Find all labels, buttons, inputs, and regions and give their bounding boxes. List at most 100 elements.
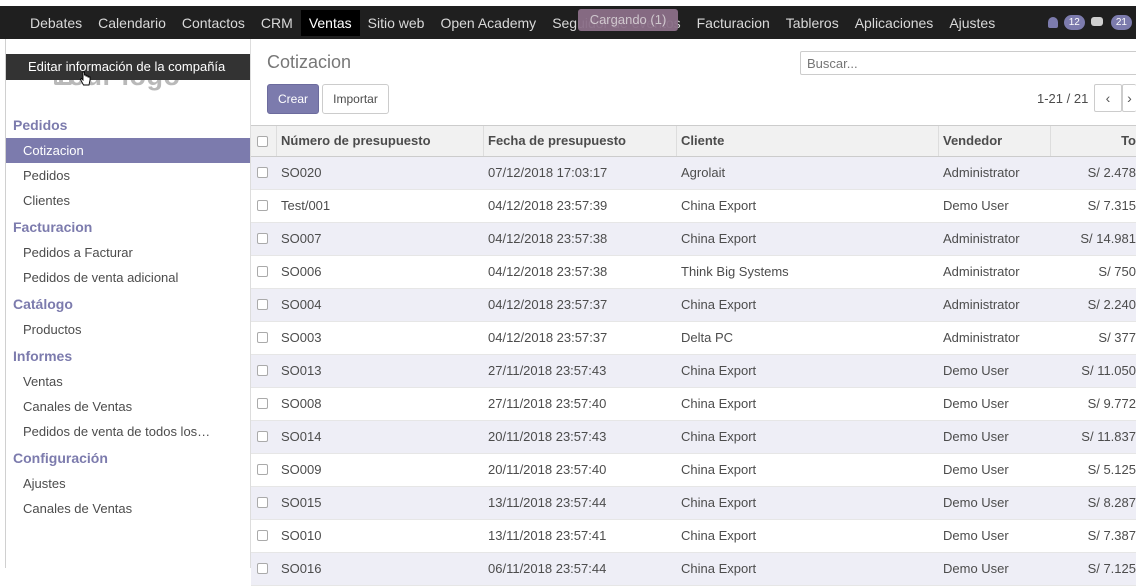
sidebar-item[interactable]: Clientes [6, 188, 250, 213]
menu-item[interactable]: Ventas [300, 9, 360, 36]
row-checkbox[interactable] [257, 167, 268, 178]
pager-value[interactable]: 1-21 / 21 [1037, 91, 1088, 106]
column-header-number[interactable]: Número de presupuesto [277, 126, 484, 156]
row-checkbox[interactable] [257, 563, 268, 574]
customer-cell: China Export [681, 297, 757, 312]
date-cell: 04/12/2018 23:57:39 [488, 198, 608, 213]
table-row[interactable]: SO015 13/11/2018 23:57:44 China Export Demo… [251, 487, 1136, 520]
salesperson-cell: Administrator [943, 264, 1020, 279]
sidebar-section-title[interactable]: Facturacion [6, 215, 250, 240]
menu-item[interactable]: Debates [22, 10, 90, 36]
number-cell: SO009 [281, 462, 322, 477]
table-header: Número de presupuesto Fecha de presupues… [251, 125, 1136, 157]
row-checkbox[interactable] [257, 497, 268, 508]
number-cell: SO008 [281, 396, 322, 411]
sidebar-item[interactable]: Pedidos a Facturar [6, 240, 250, 265]
tooltip: Editar información de la compañía [6, 54, 250, 80]
menu-item[interactable]: Ajustes [941, 10, 1003, 36]
table-row[interactable]: SO010 13/11/2018 23:57:41 China Export Demo… [251, 520, 1136, 553]
top-navbar: Debates Calendario Contactos CRM Ventas Sitio… [0, 6, 1136, 39]
menu-item[interactable]: CRM [253, 10, 301, 36]
column-header-date[interactable]: Fecha de presupuesto [484, 126, 677, 156]
row-checkbox[interactable] [257, 365, 268, 376]
column-header-total[interactable]: To [1051, 126, 1136, 156]
row-checkbox[interactable] [257, 332, 268, 343]
search-input[interactable] [800, 51, 1136, 75]
number-cell: SO003 [281, 330, 322, 345]
sidebar-item[interactable]: Canales de Ventas [6, 394, 250, 419]
pager-previous-button[interactable]: ‹ [1094, 84, 1122, 112]
date-cell: 04/12/2018 23:57:37 [488, 297, 608, 312]
sidebar-section-title[interactable]: Informes [6, 344, 250, 369]
table-row[interactable]: SO009 20/11/2018 23:57:40 China Export Demo… [251, 454, 1136, 487]
customer-cell: Think Big Systems [681, 264, 789, 279]
table-row[interactable]: Test/001 04/12/2018 23:57:39 China Export D… [251, 190, 1136, 223]
total-cell: S/ 377 [1098, 330, 1136, 345]
salesperson-cell: Demo User [943, 561, 1009, 576]
table-row[interactable]: SO006 04/12/2018 23:57:38 Think Big System… [251, 256, 1136, 289]
message-badge[interactable]: 21 [1110, 15, 1132, 30]
sidebar-item[interactable]: Ventas [6, 369, 250, 394]
sidebar: Your logo Editar información de la compa… [6, 39, 251, 568]
app-menu: Debates Calendario Contactos CRM Ventas Sitio… [0, 9, 1003, 36]
create-button[interactable]: Crear [267, 84, 319, 114]
total-cell: S/ 5.125 [1087, 462, 1136, 477]
sidebar-section-title[interactable]: Pedidos [6, 113, 250, 138]
row-checkbox[interactable] [257, 431, 268, 442]
sidebar-item[interactable]: Cotizacion [6, 138, 250, 163]
table-row[interactable]: SO004 04/12/2018 23:57:37 China Export Admi… [251, 289, 1136, 322]
activity-icon[interactable] [1047, 17, 1058, 28]
total-cell: S/ 2.240 [1087, 297, 1136, 312]
row-checkbox[interactable] [257, 299, 268, 310]
row-checkbox[interactable] [257, 266, 268, 277]
sidebar-item[interactable]: Pedidos [6, 163, 250, 188]
table-row[interactable]: SO003 04/12/2018 23:57:37 Delta PC Administ… [251, 322, 1136, 355]
number-cell: SO013 [281, 363, 322, 378]
activity-badge[interactable]: 12 [1063, 15, 1085, 30]
row-checkbox[interactable] [257, 233, 268, 244]
sidebar-item[interactable]: Canales de Ventas [6, 496, 250, 521]
sidebar-item[interactable]: Productos [6, 317, 250, 342]
table-row[interactable]: SO020 07/12/2018 17:03:17 Agrolait Administ… [251, 157, 1136, 190]
column-header-customer[interactable]: Cliente [677, 126, 939, 156]
menu-item[interactable]: Tableros [778, 10, 847, 36]
number-cell: SO015 [281, 495, 322, 510]
quotations-table: Número de presupuesto Fecha de presupues… [251, 125, 1136, 586]
table-row[interactable]: SO013 27/11/2018 23:57:43 China Export Demo… [251, 355, 1136, 388]
row-select-cell [251, 553, 277, 585]
total-cell: S/ 2.478 [1087, 165, 1136, 180]
sidebar-item[interactable]: Pedidos de venta adicional [6, 265, 250, 290]
row-select-cell [251, 454, 277, 486]
menu-item[interactable]: Aplicaciones [847, 10, 942, 36]
loading-indicator: Cargando (1) [578, 9, 678, 31]
table-row[interactable]: SO016 06/11/2018 23:57:44 China Export Demo… [251, 553, 1136, 586]
sidebar-section-title[interactable]: Catálogo [6, 292, 250, 317]
row-select-cell [251, 520, 277, 552]
table-row[interactable]: SO008 27/11/2018 23:57:40 China Export Demo… [251, 388, 1136, 421]
sidebar-item[interactable]: Pedidos de venta de todos los… [6, 419, 250, 444]
customer-cell: Delta PC [681, 330, 734, 345]
sidebar-item[interactable]: Ajustes [6, 471, 250, 496]
row-checkbox[interactable] [257, 200, 268, 211]
row-checkbox[interactable] [257, 464, 268, 475]
menu-item[interactable]: Contactos [174, 10, 253, 36]
menu-item[interactable]: Sitio web [360, 10, 433, 36]
import-button[interactable]: Importar [322, 84, 389, 114]
menu-item[interactable]: Open Academy [432, 10, 544, 36]
salesperson-cell: Administrator [943, 330, 1020, 345]
sidebar-section-title[interactable]: Configuración [6, 446, 250, 471]
chat-icon[interactable] [1090, 16, 1105, 29]
row-checkbox[interactable] [257, 398, 268, 409]
row-checkbox[interactable] [257, 530, 268, 541]
number-cell: Test/001 [281, 198, 331, 213]
table-row[interactable]: SO007 04/12/2018 23:57:38 China Export Admi… [251, 223, 1136, 256]
menu-item[interactable]: Facturacion [689, 10, 778, 36]
pager-next-button[interactable]: › [1122, 84, 1136, 112]
number-cell: SO014 [281, 429, 322, 444]
select-all-checkbox[interactable] [257, 136, 268, 147]
table-row[interactable]: SO014 20/11/2018 23:57:43 China Export Demo… [251, 421, 1136, 454]
column-header-salesperson[interactable]: Vendedor [939, 126, 1051, 156]
date-cell: 27/11/2018 23:57:43 [488, 363, 607, 378]
company-logo[interactable]: Your logo Editar información de la compa… [6, 39, 250, 111]
menu-item[interactable]: Calendario [90, 10, 174, 36]
